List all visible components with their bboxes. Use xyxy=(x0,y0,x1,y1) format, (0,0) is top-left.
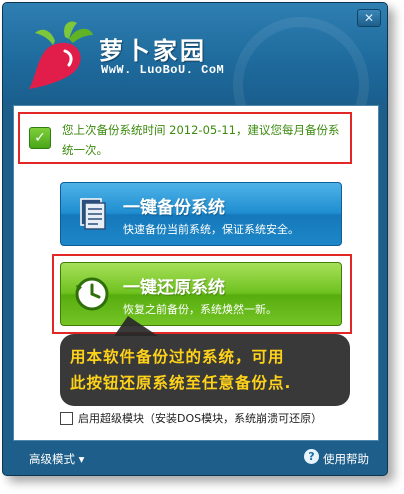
notice-text: 您上次备份系统时间 2012-05-11，建议您每月备份系统一次。 xyxy=(62,123,340,157)
backup-system-button[interactable]: 一键备份系统 快速备份当前系统，保证系统安全。 xyxy=(60,182,342,246)
clock-restore-icon xyxy=(75,277,109,311)
radish-logo-icon xyxy=(29,21,93,89)
tooltip-line-1: 用本软件备份过的系统，可用 xyxy=(70,348,285,366)
backup-title: 一键备份系统 xyxy=(123,198,225,218)
app-name: 萝卜家园 xyxy=(99,37,207,65)
restore-title: 一键还原系统 xyxy=(123,278,225,298)
help-icon[interactable]: ? xyxy=(304,449,319,464)
check-icon: ✓ xyxy=(29,127,51,149)
advanced-mode-menu[interactable]: 高级模式 ▾ xyxy=(29,451,84,467)
tooltip-pointer xyxy=(114,316,158,336)
super-module-checkbox[interactable] xyxy=(60,412,73,425)
super-module-label: 启用超级模块（安装DOS模块，系统崩溃可还原） xyxy=(78,412,323,425)
backup-notice: ✓ 您上次备份系统时间 2012-05-11，建议您每月备份系统一次。 xyxy=(18,112,352,164)
help-link[interactable]: 使用帮助 xyxy=(323,451,369,467)
restore-subtitle: 恢复之前备份，系统焕然一新。 xyxy=(123,303,277,316)
tooltip-line-2: 此按钮还原系统至任意备份点. xyxy=(70,374,292,392)
app-url: WwW. LuoBoU. CoM xyxy=(101,63,225,77)
tooltip-text: 用本软件备份过的系统，可用 此按钮还原系统至任意备份点. xyxy=(70,344,342,396)
title-bar: 萝卜家园 WwW. LuoBoU. CoM ✕ xyxy=(3,3,387,153)
restore-system-button[interactable]: 一键还原系统 恢复之前备份，系统焕然一新。 xyxy=(60,262,342,326)
footer-bar: 高级模式 ▾ ? 使用帮助 xyxy=(3,441,387,475)
backup-subtitle: 快速备份当前系统，保证系统安全。 xyxy=(123,223,299,236)
app-window: 萝卜家园 WwW. LuoBoU. CoM ✕ ✓ 您上次备份系统时间 2012… xyxy=(2,2,388,476)
document-icon xyxy=(80,198,106,230)
tooltip-callout: 用本软件备份过的系统，可用 此按钮还原系统至任意备份点. xyxy=(60,334,350,406)
close-button[interactable]: ✕ xyxy=(357,9,381,27)
main-panel: ✓ 您上次备份系统时间 2012-05-11，建议您每月备份系统一次。 一键备份… xyxy=(13,105,379,441)
